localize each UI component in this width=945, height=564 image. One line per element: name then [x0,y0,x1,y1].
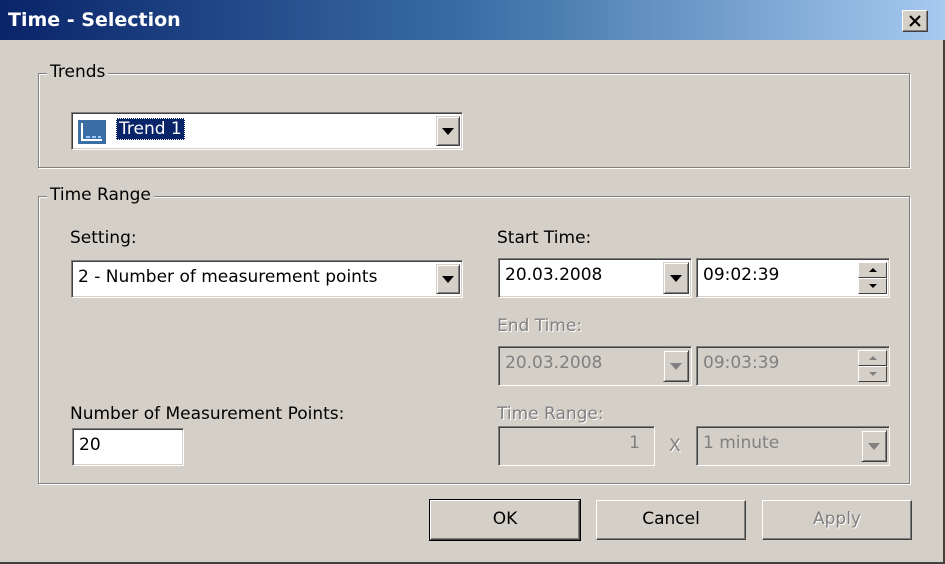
end-time-spinner[interactable] [858,350,887,382]
end-date-dropdown-button[interactable] [663,350,689,382]
arrow-up-icon [868,356,877,360]
start-date-dropdown-button[interactable] [663,262,689,294]
time-range-group-label: Time Range [47,185,154,205]
time-range-value: 1 [629,433,640,453]
spin-up-button[interactable] [858,350,887,366]
chevron-down-icon [868,443,880,450]
spin-down-button[interactable] [858,278,887,294]
arrow-up-icon [868,268,877,272]
setting-value: 2 - Number of measurement points [78,267,378,287]
trends-group: Trends Trend 1 [38,62,910,168]
trend-chart-icon [78,120,106,144]
trends-group-label: Trends [47,62,109,82]
trend-select[interactable]: Trend 1 [71,112,463,150]
spin-down-button[interactable] [858,366,887,382]
time-selection-dialog: Time - Selection Trends Trend 1 Time Ran… [0,0,945,564]
end-time-field[interactable]: 09:03:39 [696,346,890,386]
time-range-unit-select[interactable]: 1 minute [696,426,890,466]
arrow-down-icon [868,284,877,288]
end-date-field[interactable]: 20.03.2008 [498,346,692,386]
setting-select[interactable]: 2 - Number of measurement points [71,260,463,298]
end-date-value: 20.03.2008 [505,353,603,373]
start-time-spinner[interactable] [858,262,887,294]
time-range-group: Time Range Setting: 2 - Number of measur… [38,185,910,484]
num-points-label: Number of Measurement Points: [70,404,345,424]
window-title: Time - Selection [8,9,181,31]
close-icon [909,15,921,27]
start-date-value: 20.03.2008 [505,265,603,285]
time-range-unit-value: 1 minute [703,433,780,453]
cancel-button[interactable]: Cancel [596,500,746,540]
setting-dropdown-button[interactable] [436,264,460,294]
num-points-input[interactable]: 20 [72,428,184,466]
chevron-down-icon [442,128,454,135]
trend-selected-value: Trend 1 [116,118,185,140]
start-date-field[interactable]: 20.03.2008 [498,258,692,298]
setting-label: Setting: [70,228,137,248]
num-points-value: 20 [79,435,101,455]
ok-button[interactable]: OK [429,499,581,541]
title-bar[interactable]: Time - Selection [0,0,945,40]
time-range-unit-dropdown-button[interactable] [861,430,887,462]
time-range-label: Time Range: [497,404,604,424]
trend-dropdown-button[interactable] [436,116,460,146]
time-range-multiplier: X [669,436,681,456]
chevron-down-icon [670,363,682,370]
chevron-down-icon [670,275,682,282]
start-time-label: Start Time: [497,228,592,248]
time-range-value-field[interactable]: 1 [498,426,655,466]
start-time-field[interactable]: 09:02:39 [696,258,890,298]
apply-button[interactable]: Apply [762,500,912,540]
start-time-value: 09:02:39 [703,265,780,285]
end-time-label: End Time: [497,316,583,336]
spin-up-button[interactable] [858,262,887,278]
chevron-down-icon [442,276,454,283]
end-time-value: 09:03:39 [703,353,780,373]
close-button[interactable] [902,10,928,32]
arrow-down-icon [868,372,877,376]
